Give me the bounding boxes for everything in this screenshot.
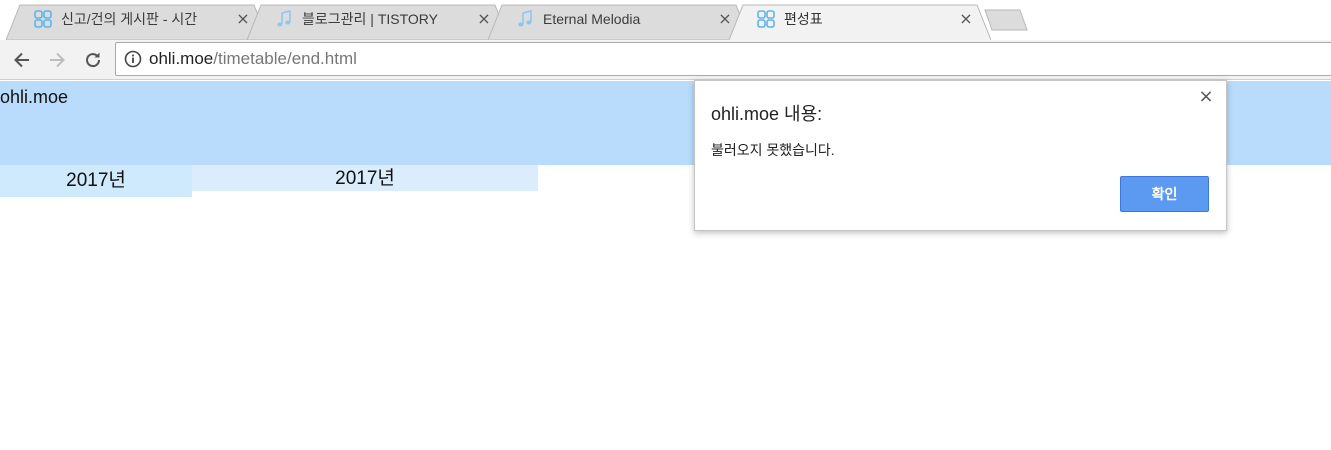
tab-timetable[interactable]: 편성표 × (729, 4, 991, 40)
forward-button[interactable] (45, 48, 69, 72)
tab-blog-admin[interactable]: 블로그관리 | TISTORY × (247, 4, 509, 40)
ok-button[interactable]: 확인 (1120, 176, 1209, 212)
back-button[interactable] (10, 48, 34, 72)
arrow-right-icon (50, 52, 65, 68)
tab-close-icon[interactable]: × (957, 10, 975, 28)
year-cell: 2017년 (192, 165, 538, 191)
dialog-title: ohli.moe 내용: (711, 104, 823, 124)
reload-icon (86, 52, 101, 68)
tab-eternal-melodia[interactable]: Eternal Melodia × (488, 4, 750, 40)
dialog-message: 불러오지 못했습니다. (711, 142, 835, 158)
info-icon[interactable] (124, 50, 142, 68)
browser-toolbar: ohli.moe/timetable/end.html (0, 40, 1331, 80)
url-host: ohli.moe (149, 49, 214, 68)
tab-title: 블로그관리 | TISTORY (302, 11, 438, 27)
year-cell: 2017년 (0, 165, 192, 197)
tab-title: 신고/건의 게시판 - 시간 (61, 11, 198, 27)
address-bar[interactable]: ohli.moe/timetable/end.html (115, 42, 1331, 76)
tab-report-board[interactable]: 신고/건의 게시판 - 시간 × (6, 4, 268, 40)
music-note-icon (275, 10, 293, 28)
ohli-favicon-icon (757, 10, 775, 28)
arrow-left-icon (14, 52, 29, 68)
ohli-favicon-icon (34, 10, 52, 28)
site-name[interactable]: ohli.moe (0, 87, 68, 108)
browser-tab-strip: 신고/건의 게시판 - 시간 × 블로그관리 | TISTORY × Etern… (0, 0, 1331, 40)
music-note-icon (516, 10, 534, 28)
tab-title: Eternal Melodia (543, 11, 641, 27)
url-path: /timetable/end.html (213, 49, 357, 68)
url-text: ohli.moe/timetable/end.html (149, 49, 357, 69)
reload-button[interactable] (81, 48, 105, 72)
alert-dialog: ohli.moe 내용: × 불러오지 못했습니다. 확인 (694, 80, 1227, 231)
close-icon[interactable]: × (1196, 87, 1216, 107)
tab-title: 편성표 (784, 11, 823, 27)
